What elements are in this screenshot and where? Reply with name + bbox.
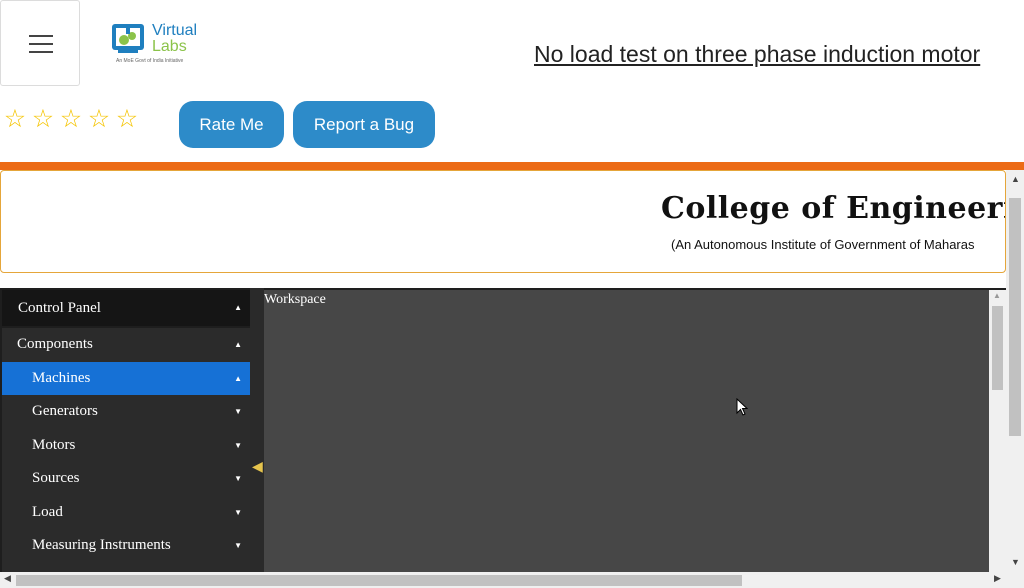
page: Virtual Labs An MoE Govt of India Initia… — [0, 0, 1024, 588]
experiment-title-link[interactable]: No load test on three phase induction mo… — [534, 41, 980, 68]
component-panel: Components ▲ Machines ▲ Generators ▼ Mot… — [2, 328, 250, 572]
star-icon[interactable]: ☆ — [114, 106, 140, 132]
components-section[interactable]: Components ▲ — [2, 328, 250, 361]
star-icon[interactable]: ☆ — [86, 106, 112, 132]
control-panel-title: Control Panel — [18, 300, 101, 316]
workspace-scrollbar[interactable]: ▲ — [989, 290, 1006, 572]
scroll-down-icon[interactable]: ▼ — [1011, 557, 1020, 567]
star-icon[interactable]: ☆ — [58, 106, 84, 132]
caret-icon: ▼ — [234, 541, 242, 550]
page-vertical-scrollbar[interactable]: ▲ ▼ — [1006, 170, 1024, 572]
panel-splitter[interactable]: ◀ — [250, 288, 264, 572]
scroll-right-icon[interactable]: ▶ — [994, 573, 1001, 584]
star-icon[interactable]: ☆ — [2, 106, 28, 132]
caret-icon: ▼ — [234, 407, 242, 416]
menu-item-sources[interactable]: Sources ▼ — [2, 462, 250, 495]
workspace-canvas[interactable]: Workspace — [264, 290, 989, 572]
page-horizontal-scrollbar[interactable]: ◀ ▶ — [0, 572, 1024, 588]
menu-item-measuring-instruments[interactable]: Measuring Instruments ▼ — [2, 529, 250, 562]
control-panel-header[interactable]: Control Panel ▲ — [2, 290, 250, 326]
menu-item-label: Motors — [32, 437, 76, 453]
star-icon[interactable]: ☆ — [30, 106, 56, 132]
menu-bar-icon — [29, 35, 53, 37]
star-rating[interactable]: ☆ ☆ ☆ ☆ ☆ — [2, 106, 140, 132]
section-label: Components — [17, 336, 93, 352]
scrollbar-thumb[interactable] — [1009, 198, 1021, 436]
caret-icon: ▲ — [234, 374, 242, 383]
menu-item-label: Measuring Instruments — [32, 537, 171, 553]
collapse-handle-icon[interactable]: ◀ — [252, 458, 263, 474]
divider-bar — [0, 162, 1024, 170]
scroll-left-icon[interactable]: ◀ — [4, 573, 11, 584]
simulator-app: Control Panel ▲ Components ▲ Machines ▲ … — [0, 288, 1006, 572]
menu-item-label: Machines — [32, 370, 91, 386]
scrollbar-thumb[interactable] — [16, 575, 742, 586]
report-bug-button[interactable]: Report a Bug — [293, 101, 435, 148]
menu-item-label: Generators — [32, 403, 98, 419]
menu-item-label: Sources — [32, 470, 80, 486]
workspace-label: Workspace — [264, 292, 326, 307]
hamburger-menu-button[interactable] — [0, 0, 80, 86]
college-name: College of Engineering, — [661, 191, 1005, 226]
scroll-up-icon[interactable]: ▲ — [993, 291, 1001, 300]
logo-tagline: An MoE Govt of India Initiative — [116, 58, 184, 64]
caret-icon: ▲ — [234, 340, 242, 349]
college-banner: College of Engineering, (An Autonomous I… — [0, 170, 1006, 273]
menu-item-motors[interactable]: Motors ▼ — [2, 429, 250, 462]
menu-item-load[interactable]: Load ▼ — [2, 496, 250, 529]
scroll-up-icon[interactable]: ▲ — [1011, 174, 1020, 184]
menu-item-generators[interactable]: Generators ▼ — [2, 395, 250, 428]
menu-item-label: Load — [32, 504, 63, 520]
scrollbar-thumb[interactable] — [992, 306, 1003, 390]
rate-me-button[interactable]: Rate Me — [179, 101, 284, 148]
college-subtitle: (An Autonomous Institute of Government o… — [671, 237, 975, 252]
menu-bar-icon — [29, 43, 53, 45]
caret-icon: ▼ — [234, 441, 242, 450]
logo-text: Labs — [152, 38, 187, 55]
collapse-caret-icon[interactable]: ▲ — [234, 290, 242, 326]
caret-icon: ▼ — [234, 474, 242, 483]
caret-icon: ▼ — [234, 508, 242, 517]
mouse-cursor-icon — [736, 398, 748, 416]
menu-item-machines[interactable]: Machines ▲ — [2, 362, 250, 395]
menu-bar-icon — [29, 51, 53, 53]
